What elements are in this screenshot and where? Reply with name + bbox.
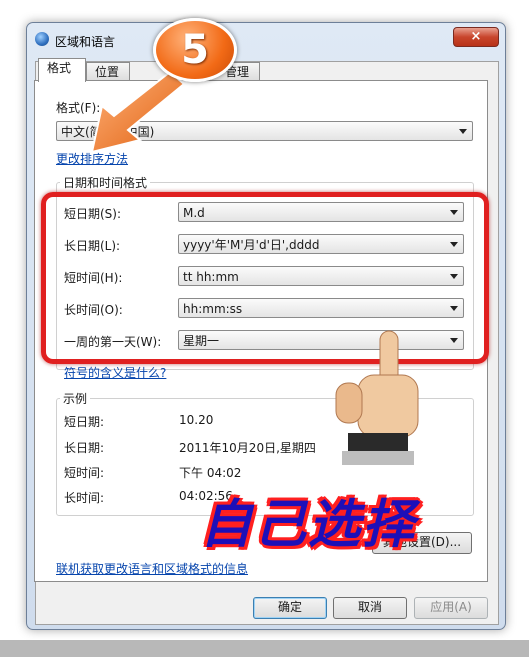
title-bar[interactable]: 区域和语言 × [27,23,505,53]
pointing-hand-icon [335,330,419,465]
notation-meaning-link[interactable]: 符号的含义是什么? [64,364,166,381]
tab-location[interactable]: 位置 [86,62,130,81]
example-long-date-label: 长日期: [64,441,105,455]
window-title: 区域和语言 [55,35,116,49]
close-button[interactable]: × [453,27,499,47]
example-short-date-label: 短日期: [64,415,105,429]
format-value: 中文(简体，中国) [61,125,155,139]
step-number-badge: 5 [153,18,237,82]
bottom-strip [0,640,529,657]
caption-overlay: 自己选择 [200,495,417,555]
globe-icon [35,32,49,46]
format-label: 格式(F): [56,101,101,115]
example-short-date-value: 10.20 [179,413,214,427]
chevron-down-icon [459,129,467,134]
format-dropdown[interactable]: 中文(简体，中国) [56,121,473,141]
example-long-time-label: 长时间: [64,491,105,505]
change-sort-link[interactable]: 更改排序方法 [56,150,128,167]
example-long-date-value: 2011年10月20日,星期四 [179,441,316,455]
ok-button[interactable]: 确定 [253,597,327,619]
apply-button[interactable]: 应用(A) [414,597,488,619]
datetime-group-title: 日期和时间格式 [60,174,151,191]
tab-formats[interactable]: 格式 [38,58,86,82]
online-info-link[interactable]: 联机获取更改语言和区域格式的信息 [56,560,248,577]
cancel-button[interactable]: 取消 [333,597,407,619]
example-short-time-label: 短时间: [64,466,105,480]
example-short-time-value: 下午 04:02 [179,466,242,480]
examples-group-title: 示例 [60,390,91,407]
